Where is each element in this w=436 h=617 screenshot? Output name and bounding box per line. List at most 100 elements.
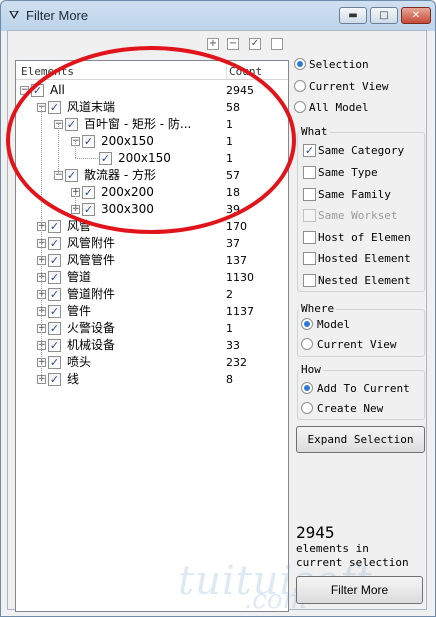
tree-row-checkbox[interactable]: ✓ — [82, 186, 95, 199]
tree-row-checkbox[interactable]: ✓ — [48, 339, 61, 352]
same-family-checkbox[interactable] — [303, 188, 316, 201]
tree-row-checkbox[interactable]: ✓ — [48, 373, 61, 386]
tree-row-checkbox[interactable]: ✓ — [48, 271, 61, 284]
tree-row-checkbox[interactable]: ✓ — [48, 237, 61, 250]
where-model-radio[interactable] — [301, 318, 313, 330]
column-elements[interactable]: Elements — [21, 65, 74, 78]
tree-row[interactable]: + ✓ 风管 170 — [16, 218, 288, 235]
tree-row[interactable]: + ✓ 200x200 18 — [16, 184, 288, 201]
minimize-button[interactable]: ▬ — [339, 7, 367, 24]
tree-connector — [75, 141, 76, 158]
tree-row-label: 机械设备 — [67, 338, 116, 352]
tree-row-count: 37 — [226, 237, 240, 250]
maximize-button[interactable]: □ — [370, 7, 398, 24]
selection-count: 2945 — [296, 523, 335, 542]
tree-row-checkbox[interactable]: ✓ — [99, 152, 112, 165]
create-new-radio[interactable] — [301, 402, 313, 414]
nested-element-checkbox[interactable] — [303, 274, 316, 287]
tree-row[interactable]: + ✓ 喷头 232 — [16, 354, 288, 371]
host-of-elements-checkbox[interactable] — [303, 231, 316, 244]
tree-row[interactable]: + ✓ 管道 1130 — [16, 269, 288, 286]
tree-row-checkbox[interactable]: ✓ — [48, 101, 61, 114]
tree-row-label: 200x150 — [118, 151, 171, 165]
all-model-radio[interactable] — [294, 101, 306, 113]
tree-row[interactable]: − ✓ All 2945 — [16, 82, 288, 99]
tree-row[interactable]: + ✓ 线 8 — [16, 371, 288, 388]
tree-row[interactable]: − ✓ 风道末端 58 — [16, 99, 288, 116]
tree-row[interactable]: + ✓ 管道附件 2 — [16, 286, 288, 303]
tree-row-count: 1 — [226, 322, 233, 335]
tree-collapse-icon[interactable]: − — [20, 86, 29, 95]
expand-selection-button[interactable]: Expand Selection — [296, 426, 425, 453]
tree-row[interactable]: − ✓ 百叶窗 - 矩形 - 防... 1 — [16, 116, 288, 133]
tree-row-count: 1 — [226, 118, 233, 131]
tree-row-count: 1 — [226, 152, 233, 165]
tree-row[interactable]: − ✓ 200x150 1 — [16, 133, 288, 150]
same-family-label: Same Family — [318, 188, 391, 201]
current-view-radio[interactable] — [294, 80, 306, 92]
tree-row[interactable]: + ✓ 管件 1137 — [16, 303, 288, 320]
tree-header: Elements Count — [16, 61, 288, 80]
tree-row-checkbox[interactable]: ✓ — [48, 254, 61, 267]
all-model-label: All Model — [309, 101, 369, 114]
what-group-title: What — [299, 125, 330, 138]
hosted-element-checkbox[interactable] — [303, 252, 316, 265]
where-model-label: Model — [317, 318, 351, 331]
add-to-current-label: Add To Current — [317, 382, 410, 395]
collapse-all-icon[interactable]: − — [227, 38, 239, 50]
same-type-checkbox[interactable] — [303, 166, 316, 179]
tree-row-count: 18 — [226, 186, 240, 199]
tree-row-checkbox[interactable]: ✓ — [31, 84, 44, 97]
tree-row-count: 57 — [226, 169, 240, 182]
where-current-view-radio[interactable] — [301, 338, 313, 350]
tree-row[interactable]: + ✓ 火警设备 1 — [16, 320, 288, 337]
tree-row-label: 风管附件 — [67, 236, 116, 250]
tree-row-label: 风管管件 — [67, 253, 116, 267]
tree-row-checkbox[interactable]: ✓ — [65, 118, 78, 131]
tree-row-checkbox[interactable]: ✓ — [48, 322, 61, 335]
expand-all-icon[interactable]: + — [207, 38, 219, 50]
tree-row[interactable]: ✓ 200x150 1 — [16, 150, 288, 167]
tree-row-count: 58 — [226, 101, 240, 114]
same-category-label: Same Category — [318, 144, 405, 157]
tree-row[interactable]: − ✓ 散流器 - 方形 57 — [16, 167, 288, 184]
selection-radio[interactable] — [294, 58, 306, 70]
column-divider — [226, 61, 227, 79]
tree-row-checkbox[interactable]: ✓ — [48, 305, 61, 318]
check-all-icon[interactable]: ✓ — [249, 38, 261, 50]
tree-row-checkbox[interactable]: ✓ — [48, 356, 61, 369]
tree-connector — [75, 192, 76, 209]
filter-app-icon: ⛛ — [8, 8, 20, 22]
tree-row-checkbox[interactable]: ✓ — [65, 169, 78, 182]
uncheck-all-icon[interactable] — [271, 38, 283, 50]
tree-row-label: 管道 — [67, 270, 92, 284]
nested-element-label: Nested Element — [318, 274, 411, 287]
close-button[interactable]: ✕ — [401, 7, 431, 24]
tree-row-label: 喷头 — [67, 355, 92, 369]
tree-row[interactable]: + ✓ 风管附件 37 — [16, 235, 288, 252]
same-category-checkbox[interactable]: ✓ — [303, 144, 316, 157]
tree-row-checkbox[interactable]: ✓ — [82, 135, 95, 148]
tree-row-count: 1 — [226, 135, 233, 148]
tree-row-count: 8 — [226, 373, 233, 386]
add-to-current-radio[interactable] — [301, 382, 313, 394]
tree-row-checkbox[interactable]: ✓ — [82, 203, 95, 216]
tree-row[interactable]: + ✓ 风管管件 137 — [16, 252, 288, 269]
tree-row[interactable]: + ✓ 300x300 39 — [16, 201, 288, 218]
same-workset-checkbox — [303, 209, 316, 222]
tree-row-count: 39 — [226, 203, 240, 216]
tree-row-label: 管件 — [67, 304, 92, 318]
filter-more-button[interactable]: Filter More — [296, 576, 423, 604]
tree-connector — [41, 107, 42, 379]
tree-row[interactable]: + ✓ 机械设备 33 — [16, 337, 288, 354]
tree-row-count: 1130 — [226, 271, 254, 284]
column-count[interactable]: Count — [229, 65, 262, 78]
tree-row-label: 风道末端 — [67, 100, 116, 114]
title-bar: ⛛ Filter More ▬ □ ✕ — [1, 1, 435, 31]
tree-row-checkbox[interactable]: ✓ — [48, 220, 61, 233]
tree-row-checkbox[interactable]: ✓ — [48, 288, 61, 301]
element-tree[interactable]: Elements Count − ✓ All 2945− ✓ 风道末端 58− ✓ 百叶窗 - … — [15, 60, 289, 612]
create-new-label: Create New — [317, 402, 384, 415]
selection-info-line2: current selection — [296, 556, 409, 569]
selection-label: Selection — [309, 58, 369, 71]
